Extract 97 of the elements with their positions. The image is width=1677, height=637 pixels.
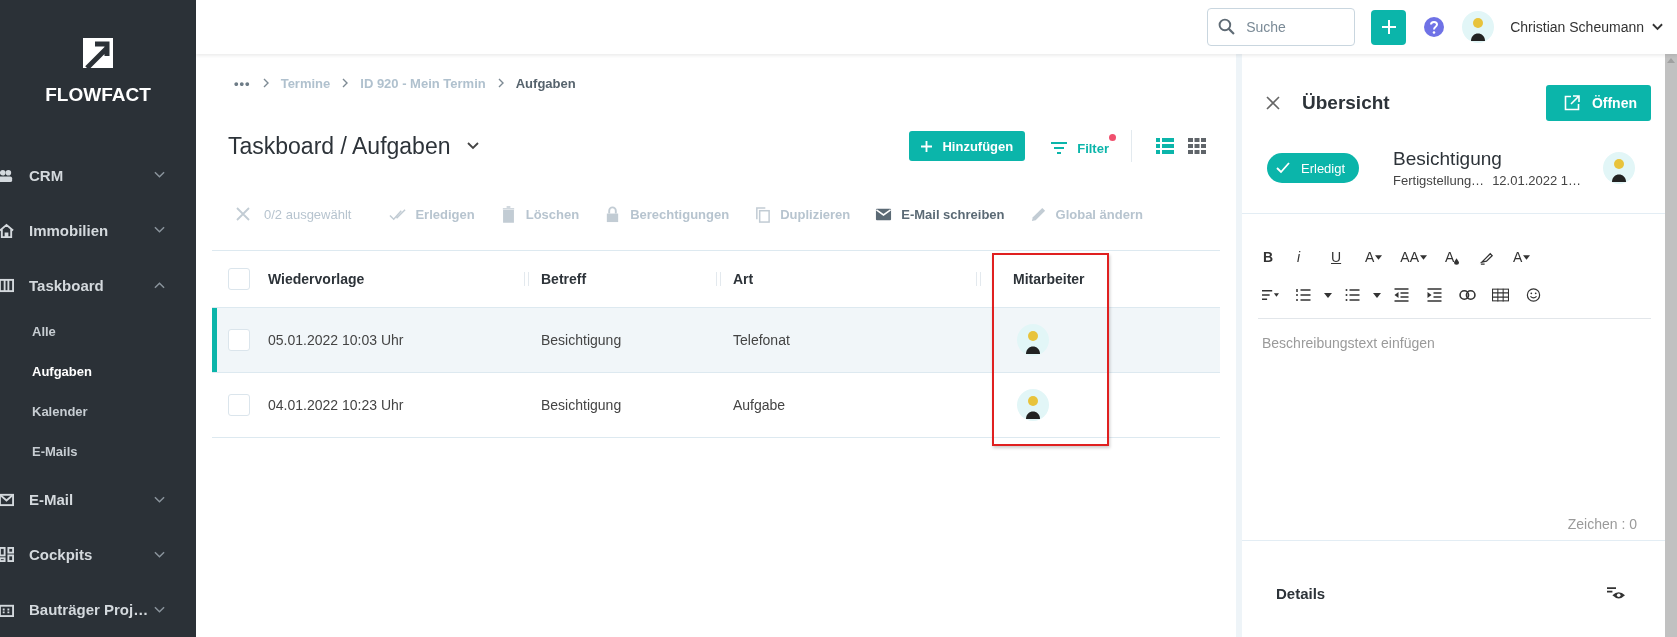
checkbox[interactable] bbox=[228, 329, 250, 351]
caret-icon[interactable] bbox=[1324, 292, 1332, 298]
chevron-icon bbox=[154, 495, 165, 504]
table-row[interactable]: 04.01.2022 10:23 Uhr Besichtigung Aufgabe bbox=[212, 373, 1220, 438]
table-row[interactable]: 05.01.2022 10:03 Uhr Besichtigung Telefonat bbox=[212, 308, 1220, 373]
nav-icon bbox=[0, 167, 14, 183]
caret-icon bbox=[1523, 254, 1531, 260]
check-icon bbox=[1276, 162, 1290, 174]
format-button[interactable]: A bbox=[1440, 244, 1467, 270]
nav-icon bbox=[0, 492, 14, 508]
avatar-icon[interactable] bbox=[1462, 11, 1495, 43]
format-button[interactable]: B bbox=[1258, 244, 1284, 270]
pencil-icon bbox=[1029, 205, 1047, 223]
nav-subitem[interactable]: Aufgaben bbox=[0, 352, 196, 393]
avatar-icon bbox=[1017, 389, 1049, 421]
indent-icon[interactable] bbox=[1426, 288, 1443, 302]
format-button[interactable]: i bbox=[1292, 244, 1318, 270]
nav-item[interactable]: CRM bbox=[0, 148, 196, 203]
section-title: Details bbox=[1276, 585, 1326, 602]
plus-icon bbox=[921, 140, 933, 152]
checkbox[interactable] bbox=[228, 268, 250, 290]
align-icon[interactable] bbox=[1262, 288, 1279, 302]
grid-view-icon[interactable] bbox=[1188, 138, 1206, 154]
eye-filter-icon[interactable] bbox=[1607, 587, 1625, 600]
chevron-icon bbox=[342, 78, 349, 88]
user-name[interactable]: Christian Scheumann bbox=[1510, 19, 1644, 35]
table-cell: Telefonat bbox=[733, 332, 790, 348]
format-button[interactable]: A bbox=[1508, 244, 1536, 270]
nav-subitem[interactable]: Kalender bbox=[0, 392, 196, 433]
search-icon bbox=[1218, 18, 1236, 35]
nav-icon bbox=[0, 602, 14, 618]
chevron-icon bbox=[497, 78, 504, 88]
caret-icon[interactable] bbox=[1373, 292, 1381, 298]
avatar-icon bbox=[1017, 324, 1049, 356]
bulk-action-button[interactable]: E-Mail schreiben bbox=[875, 205, 1005, 223]
nav-subitem[interactable]: Alle bbox=[0, 312, 196, 353]
logo-icon bbox=[83, 38, 113, 68]
table-cell: 04.01.2022 10:23 Uhr bbox=[268, 397, 404, 413]
nav-icon bbox=[0, 547, 14, 563]
emoji-icon[interactable] bbox=[1525, 288, 1542, 302]
chevron-icon[interactable] bbox=[466, 142, 479, 150]
nav-item[interactable]: Bauträger Proj… bbox=[0, 582, 196, 637]
link-icon[interactable] bbox=[1459, 288, 1476, 302]
checkbox[interactable] bbox=[228, 394, 250, 416]
selection-count: 0/2 ausgewählt bbox=[264, 206, 352, 222]
character-counter: Zeichen : 0 bbox=[1567, 516, 1637, 532]
help-icon[interactable] bbox=[1424, 17, 1445, 37]
breadcrumb-link[interactable]: ••• bbox=[234, 75, 251, 91]
table-cell: Besichtigung bbox=[541, 397, 622, 413]
column-header[interactable]: Wiedervorlage bbox=[268, 271, 365, 287]
format-button[interactable]: AA bbox=[1395, 244, 1433, 270]
avatar-icon bbox=[1603, 152, 1635, 184]
table-cell: Besichtigung bbox=[541, 332, 622, 348]
column-header[interactable]: Art bbox=[733, 271, 754, 287]
outdent-icon[interactable] bbox=[1393, 288, 1410, 302]
nav-item[interactable]: Cockpits bbox=[0, 527, 196, 583]
table-icon[interactable] bbox=[1492, 288, 1509, 302]
panel-title: Übersicht bbox=[1302, 92, 1390, 114]
nav-item[interactable]: E-Mail bbox=[0, 472, 196, 528]
format-button[interactable]: U bbox=[1326, 244, 1352, 270]
meta-value: 12.01.2022 1… bbox=[1492, 173, 1582, 188]
drop-icon bbox=[1454, 257, 1460, 265]
column-header[interactable]: Mitarbeiter bbox=[1013, 271, 1085, 287]
chevron-icon bbox=[154, 550, 165, 559]
add-button[interactable] bbox=[1371, 9, 1407, 45]
external-link-icon bbox=[1563, 95, 1580, 111]
nav-item[interactable]: Taskboard bbox=[0, 257, 196, 313]
chevron-icon[interactable] bbox=[1652, 23, 1663, 31]
chevron-icon bbox=[262, 78, 269, 88]
breadcrumb-link[interactable]: Aufgaben bbox=[515, 75, 576, 91]
logo-text: FLOWFACT bbox=[45, 84, 151, 106]
bullet-list-icon[interactable] bbox=[1344, 288, 1361, 302]
task-subject: Besichtigung bbox=[1393, 148, 1503, 170]
nav-icon bbox=[0, 277, 14, 293]
page-title: Taskboard / Aufgaben bbox=[228, 132, 451, 160]
close-icon[interactable] bbox=[1266, 96, 1280, 110]
format-button[interactable]: A bbox=[1360, 244, 1388, 270]
chevron-icon bbox=[154, 226, 165, 235]
chevron-icon bbox=[154, 605, 165, 614]
caret-icon bbox=[1420, 254, 1428, 260]
copy-icon bbox=[754, 205, 772, 223]
nav-item[interactable]: Immobilien bbox=[0, 202, 196, 258]
nav-icon bbox=[0, 222, 14, 238]
caret-icon bbox=[1375, 254, 1383, 260]
chevron-icon bbox=[154, 281, 165, 290]
list-view-icon[interactable] bbox=[1156, 138, 1174, 154]
meta-label: Fertigstellung… bbox=[1393, 173, 1485, 188]
chevron-icon bbox=[154, 171, 165, 180]
nav-subitem[interactable]: E-Mails bbox=[0, 432, 196, 473]
column-header[interactable]: Betreff bbox=[541, 271, 587, 287]
plus-icon bbox=[1381, 20, 1396, 34]
table-cell: 05.01.2022 10:03 Uhr bbox=[268, 332, 404, 348]
table-cell: Aufgabe bbox=[733, 397, 786, 413]
filter-icon bbox=[1051, 142, 1068, 154]
scrollbar[interactable] bbox=[1665, 54, 1677, 637]
numbered-list-icon[interactable] bbox=[1295, 288, 1312, 302]
search-field[interactable]: Suche bbox=[1207, 8, 1356, 46]
